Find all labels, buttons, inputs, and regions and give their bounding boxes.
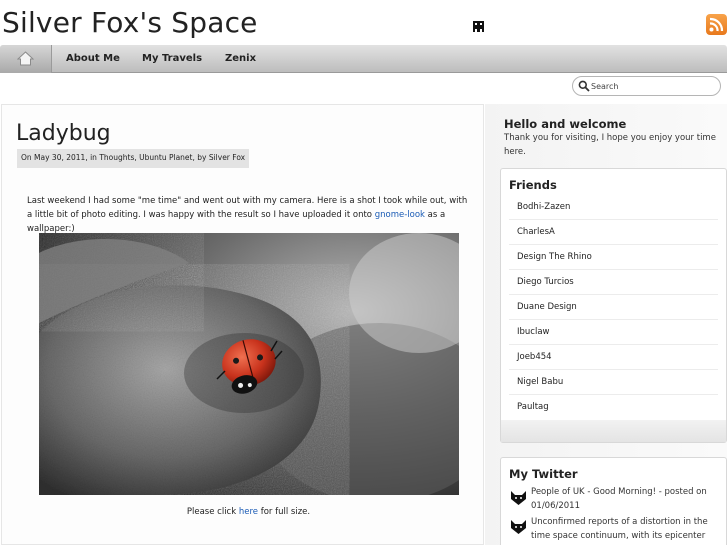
friends-title: Friends [509,178,557,192]
site-title[interactable]: Silver Fox's Space [2,6,258,39]
main-nav: About Me My Travels Zenix [0,45,727,73]
photo-caption: Please click here for full size. [2,507,495,517]
ladybug-photo[interactable] [39,233,459,495]
friend-link[interactable]: Diego Turcios [509,270,718,295]
welcome-title: Hello and welcome [504,117,627,131]
search-box [572,76,721,96]
caption-text-1: Please click [186,507,239,517]
nav-zenix[interactable]: Zenix [225,53,256,64]
search-icon [578,80,590,92]
nav-home-button[interactable] [0,45,52,73]
friend-link[interactable]: Bodhi-Zazen [509,195,718,220]
full-size-link[interactable]: here [239,507,258,517]
pixel-badge-icon [473,21,484,32]
friend-link[interactable]: Ibuclaw [509,320,718,345]
twitter-title: My Twitter [509,467,578,481]
friends-widget: Friends Bodhi-Zazen CharlesA Design The … [500,168,727,443]
nav-my-travels[interactable]: My Travels [142,53,202,64]
post-container: Ladybug On May 30, 2011, in Thoughts, Ub… [1,104,484,545]
post-body: Last weekend I had some "me time" and we… [27,194,475,236]
tweet-item[interactable]: Unconfirmed reports of a distortion in t… [531,515,721,543]
nav-about-me[interactable]: About Me [66,53,120,64]
rss-feed-icon[interactable] [706,14,727,35]
twitter-fox-icon [511,491,526,505]
gnome-look-link[interactable]: gnome-look [375,210,425,220]
caption-text-2: for full size. [258,507,311,517]
search-input[interactable] [591,79,715,93]
friend-link[interactable]: Paultag [509,395,718,420]
friend-link[interactable]: Nigel Babu [509,370,718,395]
tweet-item[interactable]: People of UK - Good Morning! - posted on… [531,485,721,513]
friend-link[interactable]: Duane Design [509,295,718,320]
friends-widget-footer [501,420,726,442]
friend-link[interactable]: Design The Rhino [509,245,718,270]
friend-link[interactable]: CharlesA [509,220,718,245]
post-title[interactable]: Ladybug [16,121,111,146]
twitter-fox-icon [511,520,526,534]
friend-link[interactable]: Joeb454 [509,345,718,370]
twitter-widget: My Twitter People of UK - Good Morning! … [500,457,727,545]
home-icon [17,51,34,66]
post-meta: On May 30, 2011, in Thoughts, Ubuntu Pla… [17,149,250,168]
welcome-text: Thank you for visiting, I hope you enjoy… [504,133,716,157]
